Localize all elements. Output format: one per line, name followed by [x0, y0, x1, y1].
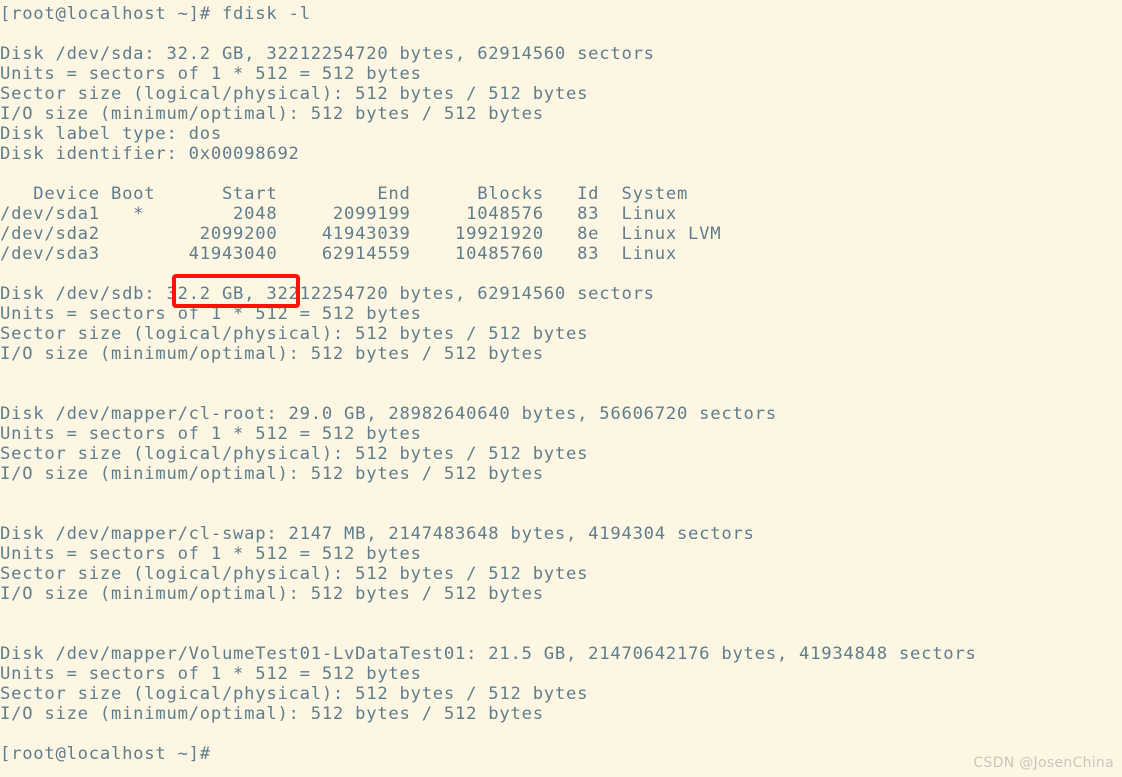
terminal-line: Sector size (logical/physical): 512 byte…	[0, 324, 589, 344]
terminal-line: Sector size (logical/physical): 512 byte…	[0, 444, 589, 464]
terminal-line: [root@localhost ~]#	[0, 744, 211, 764]
terminal-output: [root@localhost ~]# fdisk -l Disk /dev/sd…	[0, 4, 1122, 764]
terminal-line: /dev/sda3 41943040 62914559 10485760 83 …	[0, 244, 677, 264]
terminal-line: I/O size (minimum/optimal): 512 bytes / …	[0, 464, 544, 484]
terminal-line: Disk identifier: 0x00098692	[0, 144, 300, 164]
terminal-line: Sector size (logical/physical): 512 byte…	[0, 564, 589, 584]
terminal-line: Disk /dev/sdb: 32.2 GB, 32212254720 byte…	[0, 284, 655, 304]
terminal-line: I/O size (minimum/optimal): 512 bytes / …	[0, 104, 544, 124]
terminal-line: I/O size (minimum/optimal): 512 bytes / …	[0, 584, 544, 604]
terminal-line: Units = sectors of 1 * 512 = 512 bytes	[0, 304, 422, 324]
terminal-line: Disk /dev/mapper/VolumeTest01-LvDataTest…	[0, 644, 977, 664]
terminal-line: Units = sectors of 1 * 512 = 512 bytes	[0, 544, 422, 564]
terminal-line: Units = sectors of 1 * 512 = 512 bytes	[0, 424, 422, 444]
terminal-line: Sector size (logical/physical): 512 byte…	[0, 684, 589, 704]
terminal-line: I/O size (minimum/optimal): 512 bytes / …	[0, 344, 544, 364]
terminal-window[interactable]: [root@localhost ~]# fdisk -l Disk /dev/sd…	[0, 0, 1122, 777]
terminal-line: Disk /dev/sda: 32.2 GB, 32212254720 byte…	[0, 44, 655, 64]
terminal-line: Disk /dev/mapper/cl-root: 29.0 GB, 28982…	[0, 404, 777, 424]
terminal-line: I/O size (minimum/optimal): 512 bytes / …	[0, 704, 544, 724]
terminal-line: Sector size (logical/physical): 512 byte…	[0, 84, 589, 104]
terminal-line: /dev/sda2 2099200 41943039 19921920 8e L…	[0, 224, 722, 244]
terminal-line: Device Boot Start End Blocks Id System	[0, 184, 689, 204]
terminal-line: Disk label type: dos	[0, 124, 222, 144]
terminal-line: Units = sectors of 1 * 512 = 512 bytes	[0, 64, 422, 84]
terminal-line: Disk /dev/mapper/cl-swap: 2147 MB, 21474…	[0, 524, 755, 544]
terminal-line: [root@localhost ~]# fdisk -l	[0, 4, 311, 24]
terminal-line: Units = sectors of 1 * 512 = 512 bytes	[0, 664, 422, 684]
csdn-watermark: CSDN @JosenChina	[973, 755, 1114, 771]
terminal-line: /dev/sda1 * 2048 2099199 1048576 83 Linu…	[0, 204, 677, 224]
